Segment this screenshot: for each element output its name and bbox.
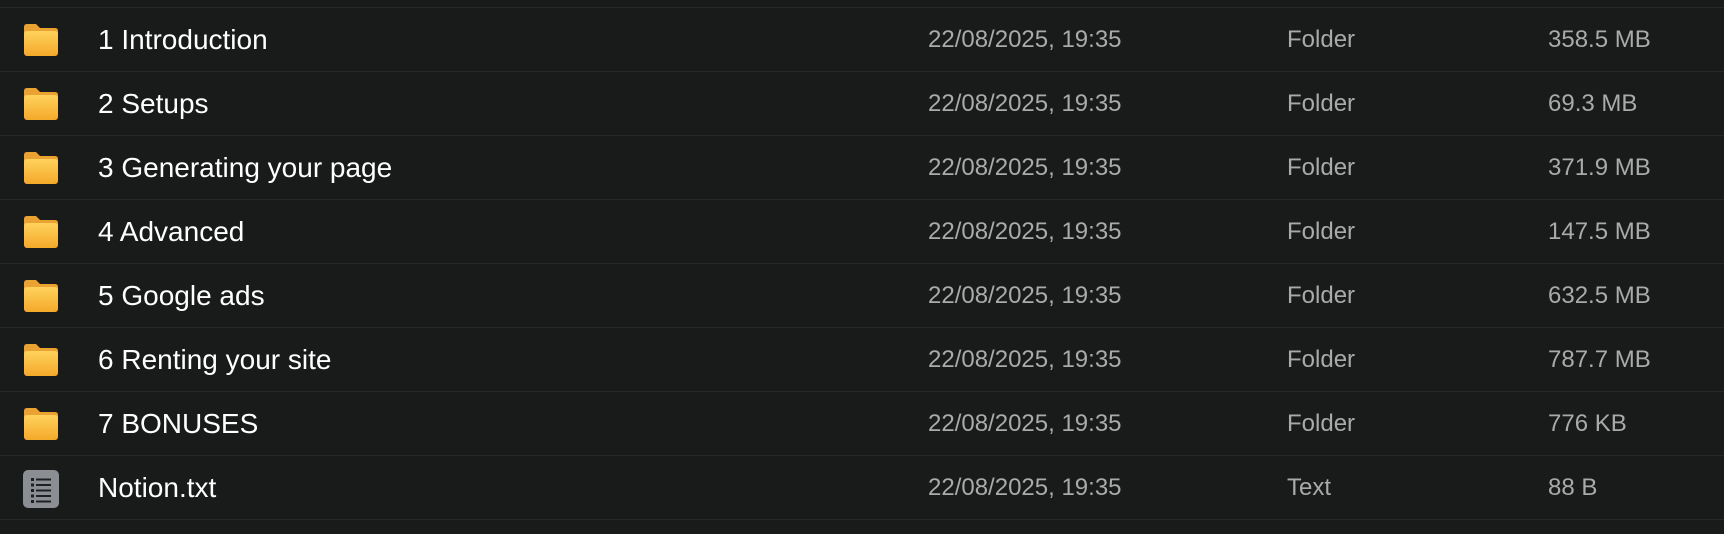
file-size: 371.9 MB (1548, 154, 1651, 181)
folder-icon (22, 22, 60, 58)
file-row[interactable]: 6 Renting your site 22/08/2025, 19:35 Fo… (0, 328, 1724, 392)
folder-icon (22, 214, 60, 250)
file-row[interactable]: 3 Generating your page 22/08/2025, 19:35… (0, 136, 1724, 200)
file-list: 1 Introduction 22/08/2025, 19:35 Folder … (0, 7, 1724, 520)
file-modified-date: 22/08/2025, 19:35 (928, 474, 1122, 501)
file-name: 3 Generating your page (98, 152, 393, 183)
text-file-icon (22, 470, 60, 508)
folder-icon (22, 278, 60, 314)
file-kind: Folder (1287, 346, 1356, 373)
folder-icon (22, 342, 60, 378)
file-name: 1 Introduction (98, 24, 268, 55)
file-modified-date: 22/08/2025, 19:35 (928, 346, 1122, 373)
file-row[interactable]: 7 BONUSES 22/08/2025, 19:35 Folder 776 K… (0, 392, 1724, 456)
file-kind: Folder (1287, 154, 1356, 181)
file-name: Notion.txt (98, 472, 217, 503)
folder-icon (22, 406, 60, 442)
file-name: 5 Google ads (98, 280, 265, 311)
file-modified-date: 22/08/2025, 19:35 (928, 218, 1122, 245)
file-size: 632.5 MB (1548, 282, 1651, 309)
file-modified-date: 22/08/2025, 19:35 (928, 410, 1122, 437)
file-kind: Folder (1287, 218, 1356, 245)
file-modified-date: 22/08/2025, 19:35 (928, 90, 1122, 117)
folder-icon (22, 150, 60, 186)
file-row[interactable]: 5 Google ads 22/08/2025, 19:35 Folder 63… (0, 264, 1724, 328)
file-size: 88 B (1548, 474, 1598, 501)
file-name: 2 Setups (98, 88, 209, 119)
file-name: 7 BONUSES (98, 408, 259, 439)
file-row[interactable]: Notion.txt 22/08/2025, 19:35 Text 88 B (0, 456, 1724, 520)
file-kind: Folder (1287, 26, 1356, 53)
file-row[interactable]: 1 Introduction 22/08/2025, 19:35 Folder … (0, 8, 1724, 72)
file-modified-date: 22/08/2025, 19:35 (928, 154, 1122, 181)
file-size: 776 KB (1548, 410, 1627, 437)
file-size: 358.5 MB (1548, 26, 1651, 53)
file-row[interactable]: 2 Setups 22/08/2025, 19:35 Folder 69.3 M… (0, 72, 1724, 136)
file-size: 69.3 MB (1548, 90, 1638, 117)
file-row[interactable]: 4 Advanced 22/08/2025, 19:35 Folder 147.… (0, 200, 1724, 264)
file-size: 147.5 MB (1548, 218, 1651, 245)
folder-icon (22, 86, 60, 122)
file-kind: Folder (1287, 410, 1356, 437)
file-modified-date: 22/08/2025, 19:35 (928, 282, 1122, 309)
file-name: 4 Advanced (98, 216, 245, 247)
file-size: 787.7 MB (1548, 346, 1651, 373)
file-modified-date: 22/08/2025, 19:35 (928, 26, 1122, 53)
file-kind: Folder (1287, 282, 1356, 309)
file-kind: Text (1287, 474, 1332, 501)
file-name: 6 Renting your site (98, 344, 332, 375)
file-kind: Folder (1287, 90, 1356, 117)
